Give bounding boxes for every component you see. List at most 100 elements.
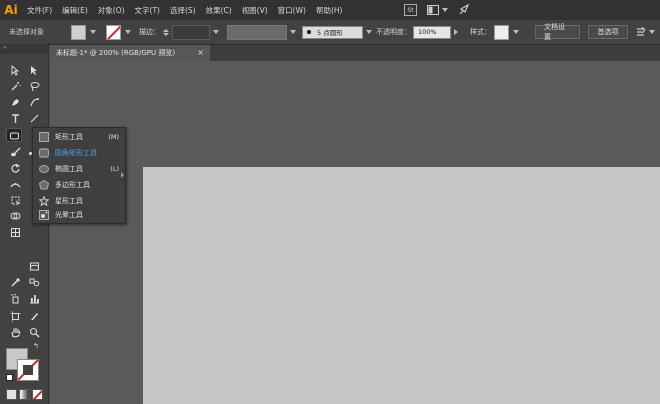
flyout-item-flare[interactable]: 光晕工具 — [33, 208, 119, 222]
brush-definition[interactable]: 5 点圆形 — [302, 25, 363, 39]
flyout-item-label: 圆角矩形工具 — [55, 149, 97, 157]
selection-status: 未选择对象 — [9, 28, 44, 36]
free-transform-icon — [11, 196, 19, 204]
artboard[interactable] — [143, 167, 660, 404]
shape-builder-tool[interactable] — [8, 210, 22, 222]
blend-tool[interactable] — [27, 276, 41, 288]
magic-wand-icon — [11, 81, 20, 90]
flyout-item-rectangle[interactable]: 矩形工具 (M) — [33, 130, 119, 144]
hand-tool[interactable] — [8, 326, 22, 338]
gradient-mode-button[interactable] — [19, 389, 30, 400]
close-icon[interactable]: × — [197, 48, 204, 57]
menu-edit[interactable]: 编辑(E) — [57, 5, 93, 16]
chevron-down-icon[interactable] — [213, 30, 219, 34]
flyout-item-polygon[interactable]: 多边形工具 — [33, 178, 119, 192]
blend-icon — [29, 278, 39, 286]
curvature-pen-icon — [29, 97, 39, 106]
artboard-tool[interactable] — [8, 310, 22, 322]
type-tool[interactable] — [8, 112, 22, 124]
chevron-down-icon[interactable] — [290, 30, 296, 34]
perspective-grid-tool[interactable] — [8, 226, 22, 238]
rotate-tool[interactable] — [8, 162, 22, 174]
chevron-down-icon[interactable] — [513, 30, 519, 34]
none-mode-button[interactable] — [32, 389, 43, 400]
lasso-tool[interactable] — [27, 80, 41, 92]
direct-selection-tool[interactable] — [27, 64, 41, 76]
variable-width-profile[interactable] — [227, 24, 287, 40]
chevron-down-icon[interactable] — [90, 30, 96, 34]
document-tab[interactable]: 未标题-1* @ 200% (RGB/GPU 预览) × — [50, 45, 210, 61]
menu-file[interactable]: 文件(F) — [22, 5, 57, 16]
brush-value: 5 点圆形 — [317, 29, 343, 37]
tearoff-arrow-icon[interactable] — [121, 172, 124, 178]
stock-button[interactable]: St — [404, 4, 417, 16]
control-bar: 未选择对象 描边： 5 点圆形 不透明度： 100% 样式： 文档设置 首选项 — [0, 20, 660, 45]
symbol-sprayer-tool[interactable] — [8, 292, 22, 304]
swap-colors-icon[interactable]: ↰ — [33, 342, 39, 350]
workspace-layout-button[interactable] — [427, 5, 448, 15]
stroke-label: 描边： — [139, 28, 160, 36]
menu-object[interactable]: 对象(O) — [93, 5, 130, 16]
menu-help[interactable]: 帮助(H) — [311, 5, 348, 16]
color-mode-button[interactable] — [6, 389, 17, 400]
line-segment-tool[interactable] — [27, 112, 41, 124]
selection-tool[interactable] — [8, 64, 22, 76]
default-colors-icon[interactable] — [6, 374, 13, 381]
mesh-tool[interactable] — [27, 260, 41, 272]
current-tool-indicator — [29, 151, 32, 155]
chevron-down-icon[interactable] — [366, 30, 372, 34]
preferences-button[interactable]: 首选项 — [588, 25, 628, 39]
chevron-down-icon[interactable] — [125, 30, 131, 34]
mesh-icon — [29, 262, 39, 270]
tools-panel-grip[interactable]: « — [0, 44, 48, 54]
stroke-color-box[interactable] — [17, 359, 39, 381]
chevron-down-icon[interactable] — [649, 30, 655, 34]
app-logo: Ai — [4, 3, 18, 17]
paintbrush-tool[interactable] — [8, 146, 22, 158]
width-tool[interactable] — [8, 178, 22, 190]
eyedropper-tool[interactable] — [8, 276, 22, 288]
brush-dot-icon — [307, 30, 311, 34]
line-icon — [30, 114, 38, 122]
flyout-item-star[interactable]: 星形工具 — [33, 194, 119, 208]
menu-effect[interactable]: 效果(C) — [201, 5, 237, 16]
align-icon[interactable] — [636, 27, 646, 37]
menu-select[interactable]: 选择(S) — [165, 5, 201, 16]
canvas-workspace[interactable] — [50, 61, 660, 404]
flyout-item-ellipse[interactable]: 椭圆工具 (L) — [33, 162, 119, 176]
slice-tool[interactable] — [27, 310, 41, 322]
stroke-weight-field[interactable] — [172, 24, 210, 40]
document-setup-button[interactable]: 文档设置 — [535, 23, 580, 41]
rectangle-tool-flyout: 矩形工具 (M) 圆角矩形工具 椭圆工具 (L) 多边形工具 星形工具 光晕工具 — [29, 127, 126, 224]
fill-swatch[interactable] — [71, 24, 86, 40]
curvature-tool[interactable] — [27, 96, 41, 108]
rocket-icon[interactable] — [458, 4, 470, 16]
free-transform-tool[interactable] — [8, 194, 22, 206]
graphic-style-swatch[interactable] — [494, 24, 509, 40]
stroke-swatch[interactable] — [106, 24, 121, 40]
grid-icon — [10, 227, 20, 237]
menu-type[interactable]: 文字(T) — [130, 5, 165, 16]
symbol-sprayer-icon — [10, 293, 18, 303]
artboard-icon — [9, 310, 21, 322]
menu-view[interactable]: 视图(V) — [237, 5, 273, 16]
type-icon — [11, 113, 19, 123]
flyout-item-shortcut: (M) — [108, 133, 119, 141]
zoom-tool[interactable] — [27, 326, 41, 338]
opacity-field[interactable]: 100% — [413, 25, 451, 39]
menu-window[interactable]: 窗口(W) — [273, 5, 311, 16]
pen-tool[interactable] — [8, 96, 22, 108]
document-tab-bar: 未标题-1* @ 200% (RGB/GPU 预览) × — [50, 45, 660, 61]
column-graph-tool[interactable] — [27, 292, 41, 304]
stroke-weight-stepper[interactable] — [163, 28, 169, 36]
document-tab-title: 未标题-1* @ 200% (RGB/GPU 预览) — [56, 49, 176, 57]
width-icon — [9, 182, 20, 187]
hand-icon — [10, 327, 20, 337]
shape-builder-icon — [10, 212, 20, 219]
flyout-item-rounded-rectangle[interactable]: 圆角矩形工具 — [29, 146, 119, 160]
rectangle-icon — [9, 132, 19, 139]
rectangle-tool[interactable] — [6, 128, 22, 142]
opacity-arrow-icon[interactable] — [454, 29, 458, 35]
zoom-icon — [29, 327, 39, 337]
magic-wand-tool[interactable] — [8, 80, 22, 92]
